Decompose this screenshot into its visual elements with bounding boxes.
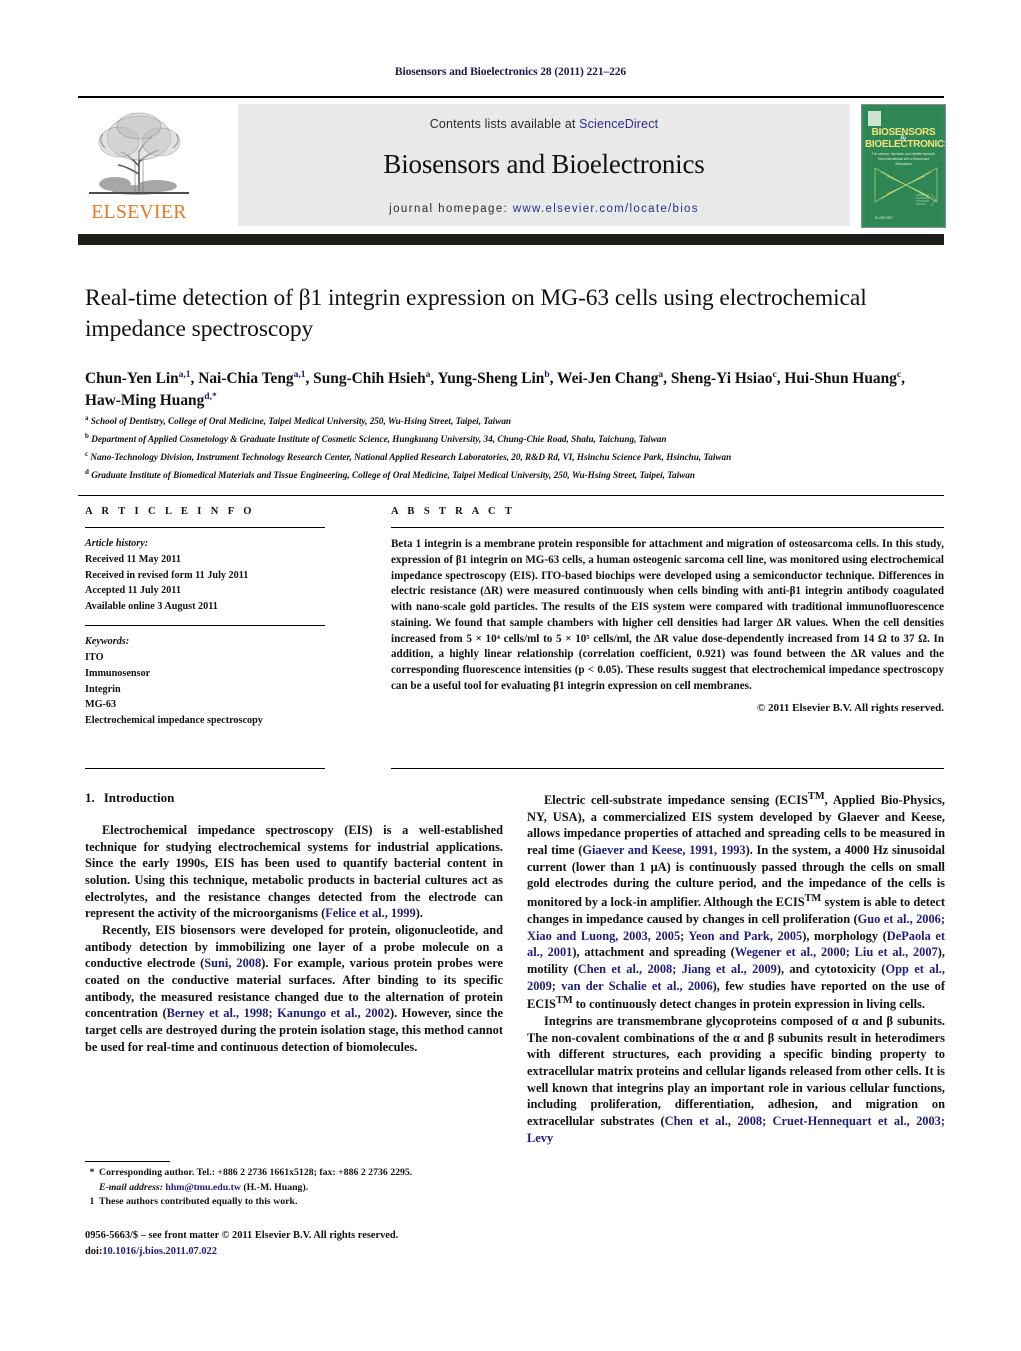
cover-imprint-text: ELSEVIER <box>875 216 893 220</box>
affiliation-marker: a <box>85 414 89 422</box>
left-column-paragraphs: Electrochemical impedance spectroscopy (… <box>85 822 503 1055</box>
keywords-label: Keywords: <box>85 636 130 648</box>
list-item: Electrochemical impedance spectroscopy <box>85 715 263 727</box>
footnote-separator-rule <box>85 1161 170 1162</box>
abstract-heading: A B S T R A C T <box>391 506 516 517</box>
cover-publisher-mark <box>868 111 881 126</box>
footnote-text: Corresponding author. Tel.: +886 2 2736 … <box>99 1167 413 1193</box>
cover-inset-graphic <box>915 192 937 208</box>
copyright-line: © 2011 Elsevier B.V. All rights reserved… <box>757 701 944 714</box>
masthead-bottom-bar <box>78 234 944 245</box>
abstract-rule <box>391 527 944 528</box>
running-head: Biosensors and Bioelectronics 28 (2011) … <box>394 66 627 78</box>
footnote-marker: * <box>89 1167 95 1178</box>
doi-prefix: doi: <box>85 1245 103 1257</box>
affiliation-item: b Department of Applied Cosmetology & Gr… <box>85 431 667 444</box>
list-item: Integrin <box>85 683 121 695</box>
footnote-item: * Corresponding author. Tel.: +886 2 2736… <box>85 1166 515 1195</box>
journal-title: Biosensors and Bioelectronics <box>383 149 705 179</box>
article-history-label: Article history: <box>85 538 149 549</box>
article-history-block: Article history: Received 11 May 2011 Rec… <box>85 536 325 615</box>
cover-inner: BIOSENSORS & BIOELECTRONICS The science,… <box>865 108 946 224</box>
doi-link[interactable]: 10.1016/j.bios.2011.07.022 <box>102 1246 217 1257</box>
list-item: ITO <box>85 651 104 663</box>
contents-available-line: Contents lists available at ScienceDirec… <box>238 117 850 131</box>
footnote-block: * Corresponding author. Tel.: +886 2 2736… <box>85 1166 515 1210</box>
journal-article-page: Biosensors and Bioelectronics 28 (2011) … <box>0 0 1021 1351</box>
contents-prefix: Contents lists available at <box>429 117 580 131</box>
section-number: 1. <box>85 790 95 805</box>
affiliation-item: c Nano-Technology Division, Instrument T… <box>85 449 732 462</box>
keywords-rule <box>85 625 325 627</box>
affiliation-list: a School of Dentistry, College of Oral M… <box>85 412 945 484</box>
affiliation-item: a School of Dentistry, College of Oral M… <box>85 414 512 427</box>
homepage-label: journal homepage: <box>389 203 509 215</box>
section-title: Introduction <box>103 790 175 805</box>
footnote-item: 1 These authors contributed equally to th… <box>85 1195 515 1210</box>
journal-masthead: ELSEVIER Contents lists available at Sci… <box>78 96 946 236</box>
issn-copyright-line: 0956-5663/$ – see front matter © 2011 El… <box>85 1230 399 1241</box>
elsevier-logo: ELSEVIER <box>85 104 193 226</box>
article-info-heading: A R T I C L E I N F O <box>85 506 255 517</box>
keyword-items: ITO Immunosensor Integrin MG-63 Electrochemi… <box>85 650 325 729</box>
body-column-right: Electric cell-substrate impedance sensin… <box>527 790 945 1146</box>
cover-subtitle: The science, handsets, and reliable rese… <box>871 152 936 166</box>
body-paragraph: Electrochemical impedance spectroscopy (… <box>85 823 503 921</box>
abstract-band-top-rule <box>78 495 944 496</box>
list-item: Immunosensor <box>85 667 151 679</box>
sciencedirect-link[interactable]: ScienceDirect <box>579 117 658 131</box>
page-title: Real-time detection of β1 integrin expre… <box>85 285 867 343</box>
list-item: Received 11 May 2011 <box>85 553 181 565</box>
keywords-block: Keywords: ITO Immunosensor Integrin MG-63 El… <box>85 634 325 729</box>
author-list: Chun-Yen Lina,1, Nai-Chia Tenga,1, Sung-… <box>85 369 905 410</box>
affiliation-marker: b <box>85 431 89 440</box>
affiliation-marker: c <box>85 449 89 458</box>
homepage-url-link[interactable]: www.elsevier.com/locate/bios <box>513 203 699 215</box>
article-info-bottom-rule <box>85 768 325 769</box>
article-info-column: A R T I C L E I N F O Article history: R… <box>85 506 325 729</box>
list-item: Received in revised form 11 July 2011 <box>85 569 249 581</box>
body-column-left: 1. Introduction Electrochemical impedance… <box>85 790 503 1055</box>
body-paragraph: Integrins are transmembrane glycoprotein… <box>527 1014 945 1145</box>
list-item: MG-63 <box>85 699 117 711</box>
masthead-top-rule <box>78 96 944 98</box>
journal-homepage-line: journal homepage: www.elsevier.com/locat… <box>238 203 850 215</box>
section-heading-introduction: 1. Introduction <box>85 790 503 806</box>
doi-line: doi:10.1016/j.bios.2011.07.022 <box>85 1244 525 1260</box>
journal-cover-thumbnail: BIOSENSORS & BIOELECTRONICS The science,… <box>861 104 946 228</box>
footnote-text: These authors contributed equally to thi… <box>99 1196 298 1208</box>
imprint-block: 0956-5663/$ – see front matter © 2011 El… <box>85 1228 525 1259</box>
right-column-paragraphs: Electric cell-substrate impedance sensin… <box>527 790 945 1146</box>
history-items: Received 11 May 2011 Received in revised … <box>85 552 325 615</box>
article-info-rule <box>85 527 325 528</box>
list-item: Accepted 11 July 2011 <box>85 585 181 597</box>
body-paragraph: Electric cell-substrate impedance sensin… <box>527 791 945 1012</box>
affiliation-item: d Graduate Institute of Biomedical Mater… <box>85 467 695 480</box>
abstract-column: A B S T R A C T Beta 1 integrin is a mem… <box>391 506 944 714</box>
list-item: Available online 3 August 2011 <box>85 601 218 613</box>
abstract-band-bottom-rule <box>391 768 944 769</box>
cover-title-line2: BIOELECTRONICS <box>865 139 946 150</box>
masthead-center-panel: Contents lists available at ScienceDirec… <box>238 104 850 226</box>
elsevier-wordmark: ELSEVIER <box>91 202 187 223</box>
abstract-text: Beta 1 integrin is a membrane protein re… <box>391 538 944 692</box>
footnote-marker: 1 <box>89 1196 95 1208</box>
affiliation-marker: d <box>85 467 89 476</box>
body-paragraph: Recently, EIS biosensors were developed … <box>85 923 503 1054</box>
elsevier-tree-icon <box>85 104 193 198</box>
